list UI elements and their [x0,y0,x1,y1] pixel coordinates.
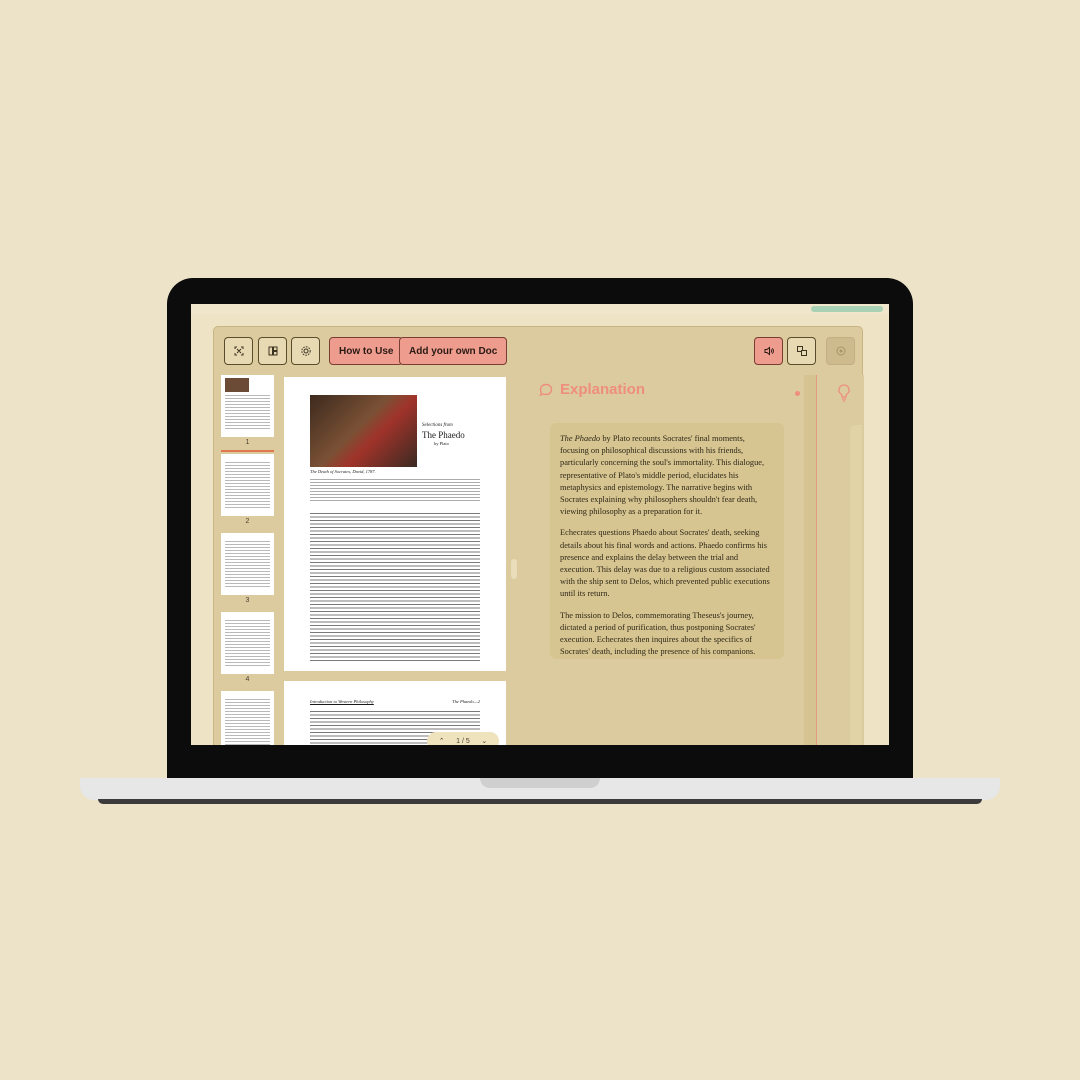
page-header-right: The Phaedo—2 [452,699,480,704]
explanation-scrollbar[interactable] [804,375,816,745]
fullscreen-button[interactable] [224,337,253,365]
audio-button[interactable] [754,337,783,365]
intro-text [310,479,480,503]
thumbnail-number: 2 [245,518,250,525]
expand-icon [234,346,243,356]
explanation-paragraph-1: The Phaedo by Plato recounts Socrates' f… [560,433,774,518]
toolbar: How to Use Add your own Doc [214,327,864,373]
laptop-notch [480,778,600,788]
heading-title: The Phaedo [422,430,465,440]
document-viewer[interactable]: Selections from The Phaedo by Plato The … [282,375,516,745]
translate-icon [796,346,807,356]
thumbnail-text [225,699,270,745]
record-button[interactable] [826,337,855,365]
page-pager[interactable]: ⌃ 1 / 5 ⌄ [427,732,499,745]
thumbnail-number: 1 [245,439,250,446]
explanation-panel: Explanation The Phaedo by Plato recounts… [518,375,816,745]
translate-button[interactable] [787,337,816,365]
heading-pre: Selections from [422,423,453,428]
dialogue-text [310,513,480,661]
thumbnail-text [225,541,270,589]
chat-bubble-icon [539,383,553,396]
resize-handle[interactable] [511,559,517,579]
thumbnail-page-1[interactable] [221,375,274,437]
thumbnail-text [225,395,270,431]
explanation-header: Explanation [538,381,645,398]
lightbulb-icon[interactable] [836,383,852,403]
how-to-use-button[interactable]: How to Use [329,337,404,365]
settings-button[interactable] [291,337,320,365]
death-of-socrates-painting [310,395,417,467]
thumbnail-image [225,378,249,392]
side-tab-strip[interactable] [850,425,862,745]
work-title: The Phaedo [560,434,601,443]
painting-caption: The Death of Socrates, David, 1787. [310,469,376,474]
explanation-paragraph-3: The mission to Delos, commemorating Thes… [560,610,756,657]
document-page-1: Selections from The Phaedo by Plato The … [284,377,506,671]
thumbnail-page-4[interactable] [221,612,274,674]
active-page-indicator [221,450,274,452]
circle-icon [836,346,845,356]
explanation-title: Explanation [560,381,646,398]
thumbnail-page-3[interactable] [221,533,274,595]
status-dot [795,391,800,396]
thumbnail-number: 3 [245,597,250,604]
thumbnail-text [225,620,270,668]
explanation-card: The Phaedo by Plato recounts Socrates' f… [550,423,784,659]
paragraph-text: by Plato recounts Socrates' final moment… [560,434,765,517]
page-header-left: Introduction to Western Philosophy [310,699,374,704]
speaker-icon [764,346,774,356]
add-doc-button[interactable]: Add your own Doc [399,337,508,365]
thumbnail-number: 4 [245,676,250,683]
laptop-base-shadow [98,799,982,804]
thumbnail-page-2[interactable] [221,454,274,516]
browser-top-strip [191,304,889,314]
layout-button[interactable] [258,337,287,365]
page-indicator: 1 / 5 [456,737,470,745]
layout-icon [268,346,277,356]
explanation-paragraph-2: Echecrates questions Phaedo about Socrat… [560,528,770,599]
reader-app: How to Use Add your own Doc 1 2 3 4 Sele… [213,326,864,745]
thumbnail-page-5[interactable] [221,691,274,745]
chevron-up-icon[interactable]: ⌃ [439,737,445,745]
heading-author: by Plato [434,441,449,446]
gear-icon [300,346,311,356]
side-panel [816,375,864,745]
thumbnail-text [225,462,270,510]
top-pill-button[interactable] [811,306,883,312]
page-thumbnails: 1 2 3 4 [220,375,277,745]
chevron-down-icon[interactable]: ⌄ [481,737,487,745]
side-divider [816,375,817,745]
laptop-screen: How to Use Add your own Doc 1 2 3 4 Sele… [191,304,889,745]
